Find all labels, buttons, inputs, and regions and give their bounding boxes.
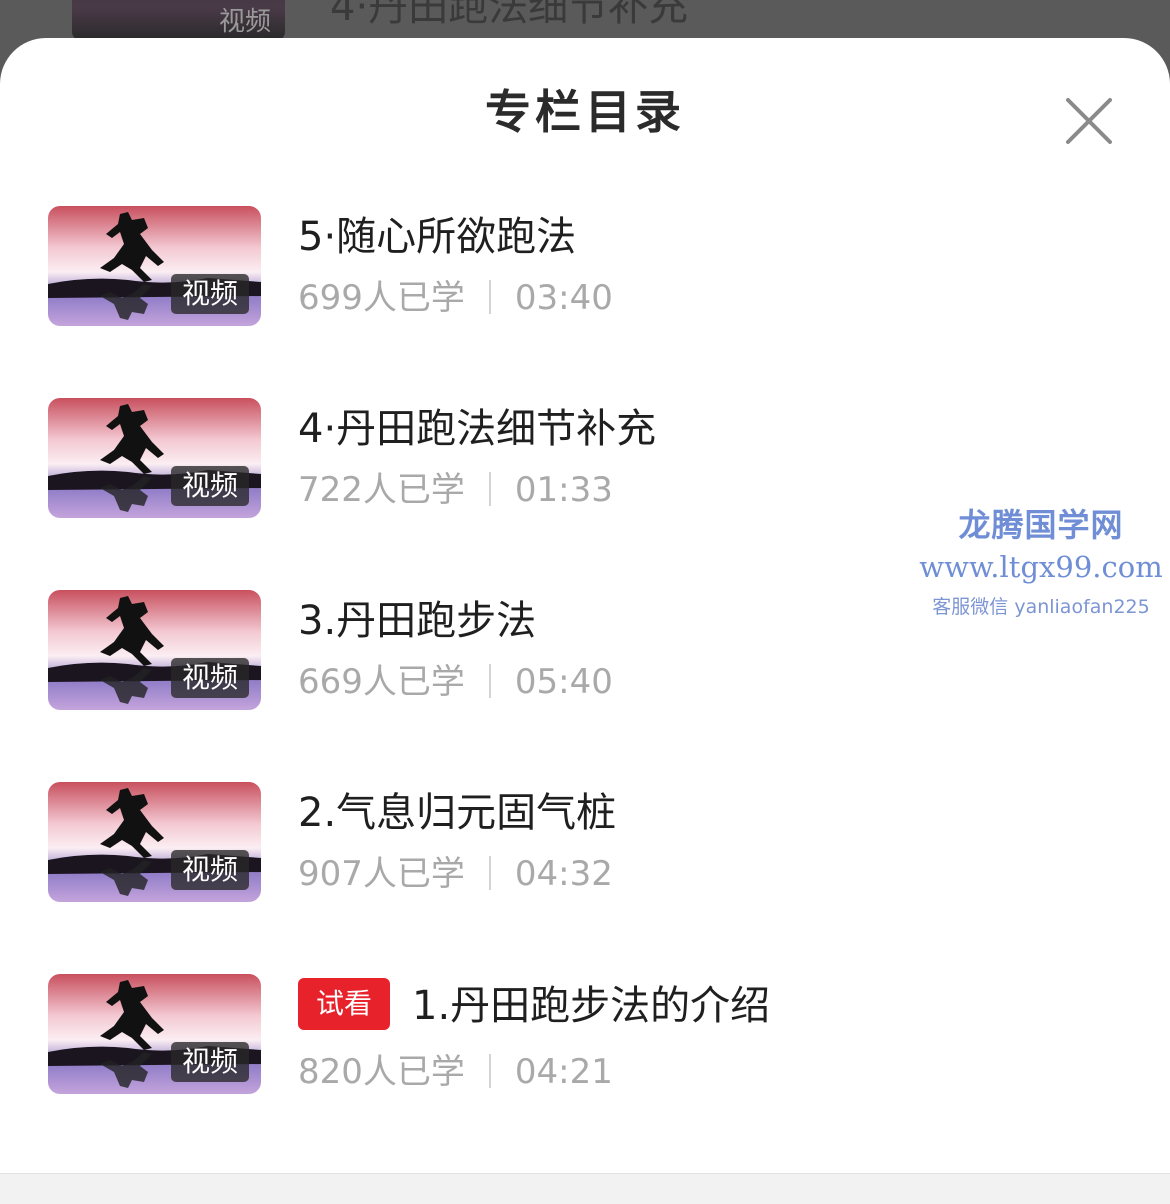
video-tag: 视频 bbox=[170, 1042, 249, 1082]
watermark: 龙腾国学网 www.ltgx99.com 客服微信 yanliaofan225 bbox=[916, 500, 1166, 619]
sheet-title: 专栏目录 bbox=[485, 85, 685, 139]
item-meta: 722人已学 01:33 bbox=[298, 468, 613, 512]
catalog-sheet: 专栏目录 视频 5·随心所欲跑法 699人已学 03:40 视频 4·丹田跑法细… bbox=[0, 38, 1170, 1204]
catalog-item[interactable]: 视频 2.气息归元固气桩 907人已学 04:32 bbox=[48, 782, 1128, 904]
learner-count: 907人已学 bbox=[298, 854, 465, 894]
item-title: 3.丹田跑步法 bbox=[298, 598, 537, 644]
background-thumbnail: 视频 bbox=[72, 0, 285, 40]
learner-count: 699人已学 bbox=[298, 278, 465, 318]
duration: 01:33 bbox=[514, 470, 613, 510]
background-item-title: 4·丹田跑法细节补充 bbox=[330, 0, 689, 30]
meta-divider bbox=[488, 472, 491, 506]
video-thumbnail: 视频 bbox=[48, 398, 261, 518]
duration: 04:32 bbox=[514, 854, 613, 894]
learner-count: 669人已学 bbox=[298, 662, 465, 702]
video-thumbnail: 视频 bbox=[48, 782, 261, 902]
meta-divider bbox=[488, 664, 491, 698]
item-title: 2.气息归元固气桩 bbox=[298, 790, 617, 836]
close-icon[interactable] bbox=[1062, 94, 1116, 148]
video-thumbnail: 视频 bbox=[48, 206, 261, 326]
duration: 03:40 bbox=[514, 278, 613, 318]
item-meta: 907人已学 04:32 bbox=[298, 852, 613, 896]
duration: 04:21 bbox=[514, 1052, 613, 1092]
learner-count: 820人已学 bbox=[298, 1052, 465, 1092]
item-meta: 669人已学 05:40 bbox=[298, 660, 613, 704]
item-title: 5·随心所欲跑法 bbox=[298, 214, 577, 260]
item-title: 4·丹田跑法细节补充 bbox=[298, 406, 657, 452]
meta-divider bbox=[488, 280, 491, 314]
meta-divider bbox=[488, 1054, 491, 1088]
background-video-tag: 视频 bbox=[218, 7, 271, 37]
catalog-item[interactable]: 视频 试看 1.丹田跑步法的介绍 820人已学 04:21 bbox=[48, 974, 1128, 1096]
item-meta: 699人已学 03:40 bbox=[298, 276, 613, 320]
video-thumbnail: 视频 bbox=[48, 974, 261, 1094]
video-tag: 视频 bbox=[170, 850, 249, 890]
video-thumbnail: 视频 bbox=[48, 590, 261, 710]
watermark-url: www.ltgx99.com bbox=[919, 550, 1163, 584]
video-tag: 视频 bbox=[170, 658, 249, 698]
learner-count: 722人已学 bbox=[298, 470, 465, 510]
watermark-contact: 客服微信 yanliaofan225 bbox=[932, 596, 1150, 618]
video-tag: 视频 bbox=[170, 466, 249, 506]
trial-badge: 试看 bbox=[298, 978, 391, 1030]
meta-divider bbox=[488, 856, 491, 890]
duration: 05:40 bbox=[514, 662, 613, 702]
bottom-bar bbox=[0, 1173, 1170, 1204]
watermark-name: 龙腾国学网 bbox=[958, 506, 1124, 544]
item-title: 试看 1.丹田跑步法的介绍 bbox=[298, 978, 770, 1033]
item-meta: 820人已学 04:21 bbox=[298, 1050, 613, 1094]
item-title-text: 1.丹田跑步法的介绍 bbox=[412, 983, 771, 1029]
video-tag: 视频 bbox=[170, 274, 249, 314]
catalog-item[interactable]: 视频 5·随心所欲跑法 699人已学 03:40 bbox=[48, 206, 1128, 328]
